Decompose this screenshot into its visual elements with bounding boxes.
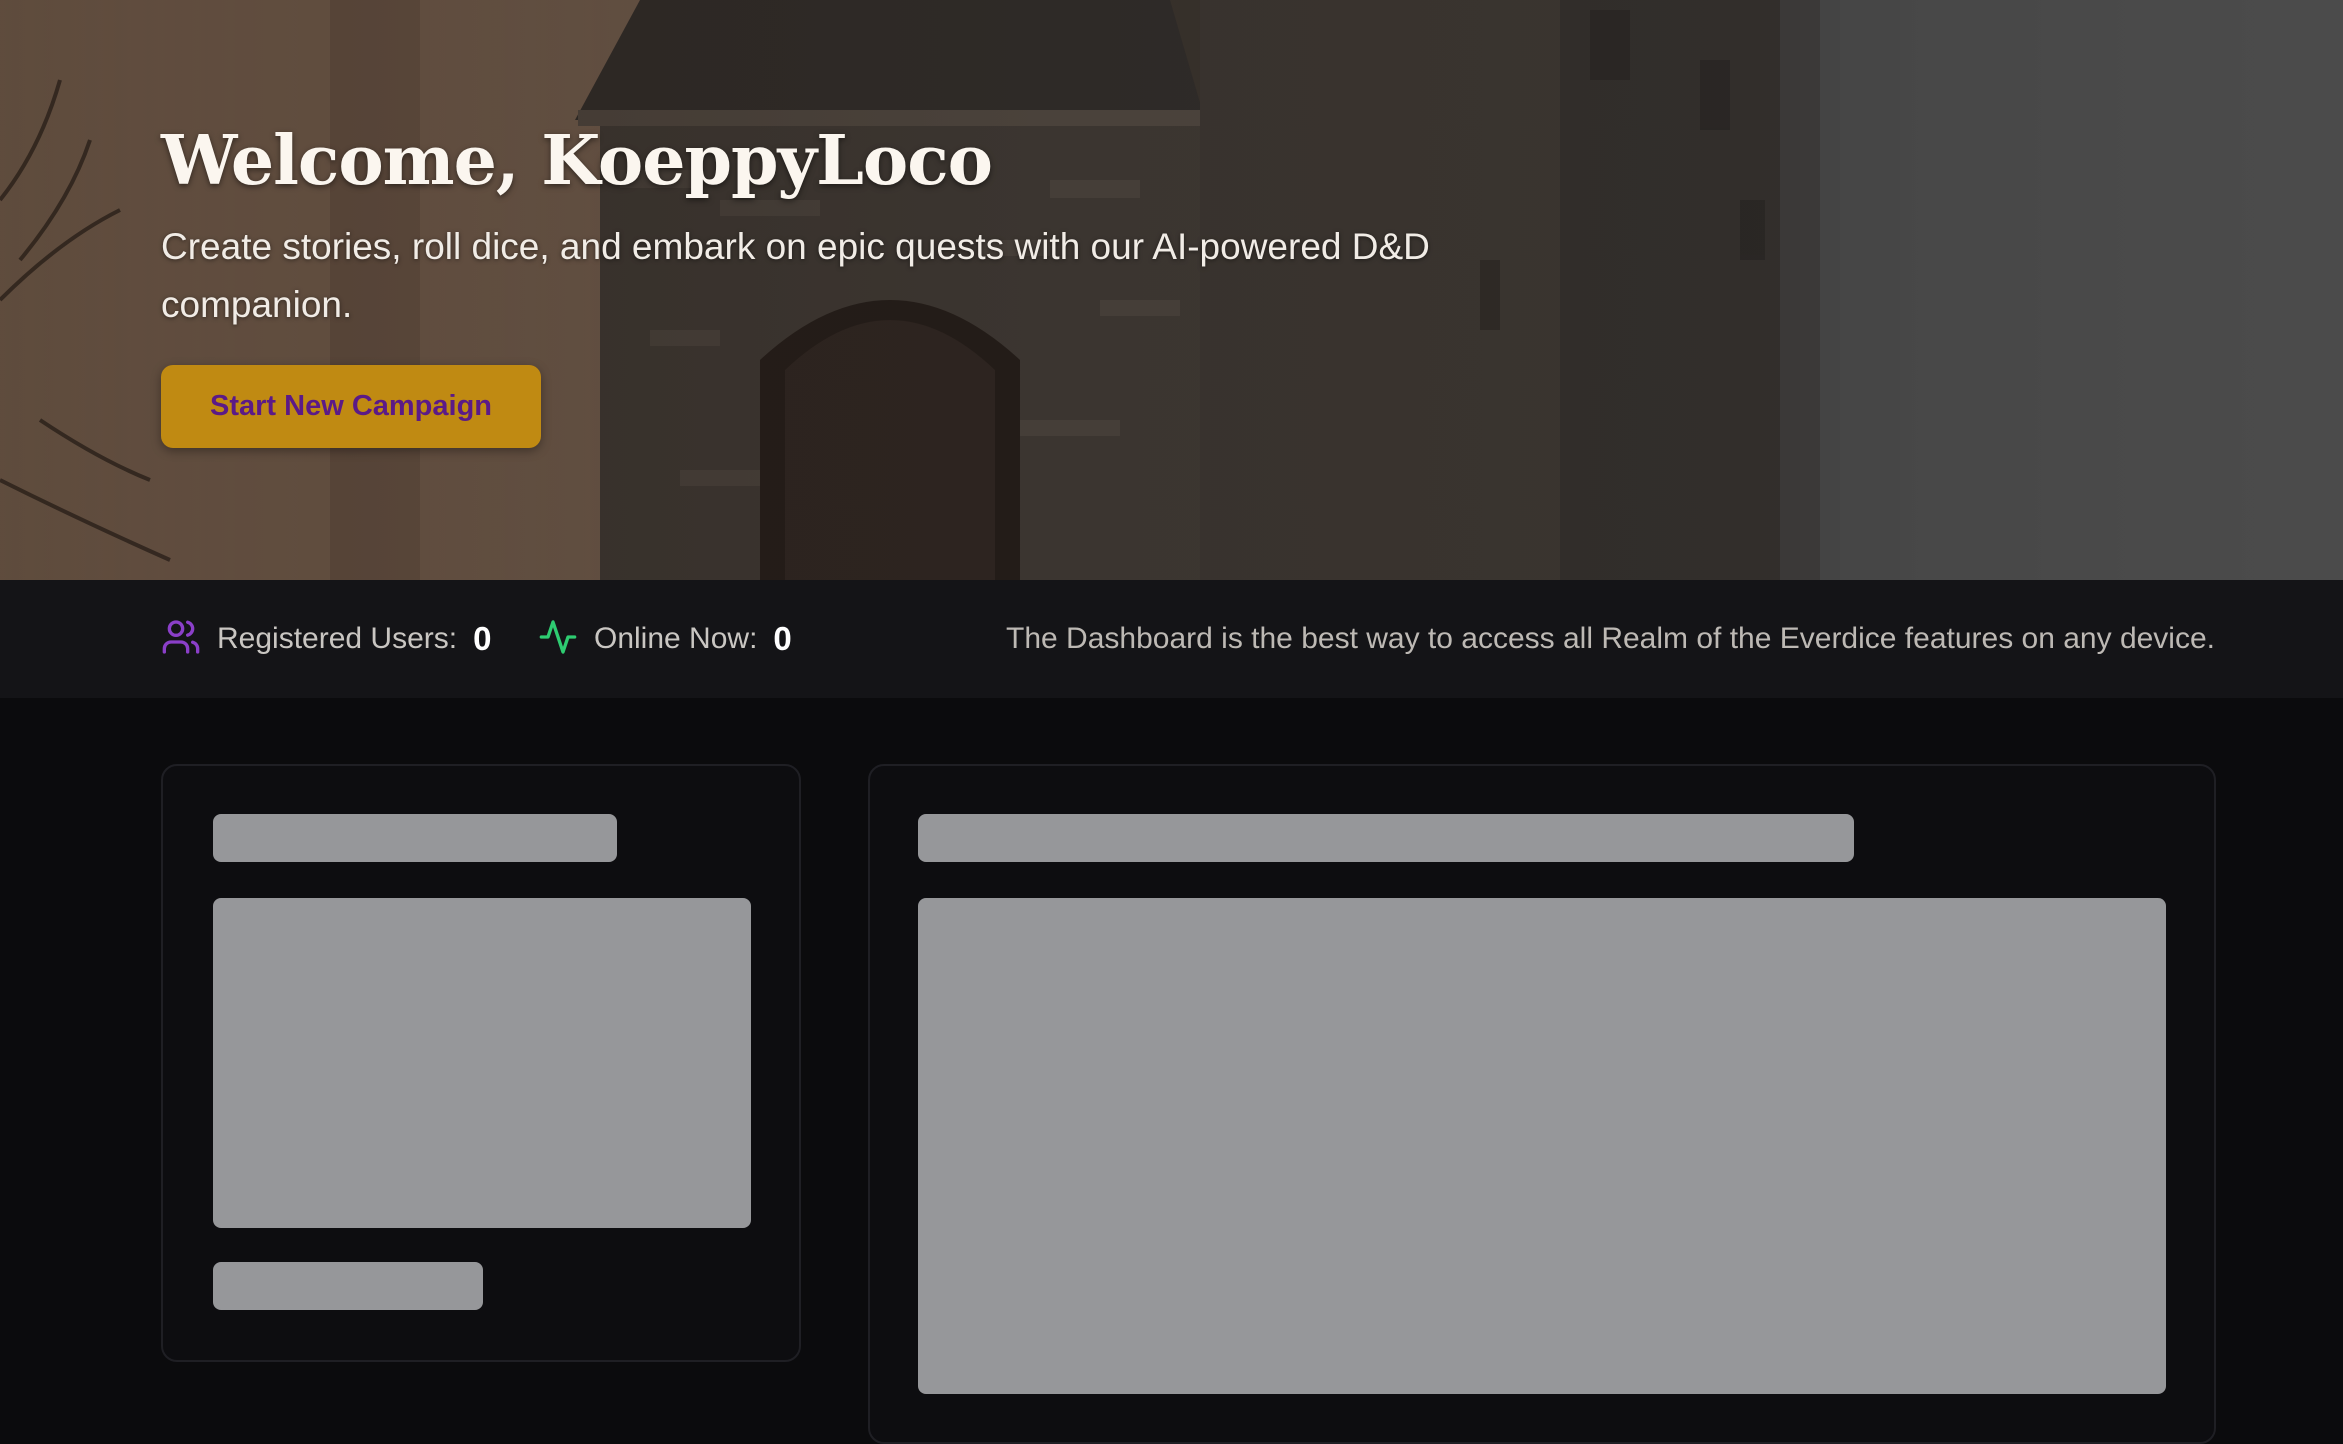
dashboard-content — [0, 698, 2343, 1444]
hero-subtitle: Create stories, roll dice, and embark on… — [161, 226, 1430, 325]
online-now-stat: Online Now: 0 — [538, 580, 792, 698]
skeleton-title — [213, 814, 617, 862]
skeleton-line — [213, 1262, 483, 1310]
hero-banner: Welcome, KoeppyLoco Create stories, roll… — [0, 0, 2343, 580]
registered-users-value: 0 — [473, 620, 492, 657]
users-icon — [161, 617, 201, 662]
online-now-label: Online Now: — [594, 622, 758, 655]
skeleton-block — [213, 898, 751, 1228]
hero-content: Welcome, KoeppyLoco Create stories, roll… — [161, 118, 1561, 334]
registered-users-label: Registered Users: — [217, 622, 458, 655]
left-card-loading — [161, 764, 801, 1362]
registered-users-stat: Registered Users: 0 — [161, 580, 491, 698]
start-new-campaign-button[interactable]: Start New Campaign — [161, 365, 541, 448]
online-now-value: 0 — [773, 620, 792, 657]
skeleton-block — [918, 898, 2166, 1394]
stats-bar: Registered Users: 0 Online Now: 0 The Da… — [0, 580, 2343, 698]
dashboard-note: The Dashboard is the best way to access … — [1006, 622, 2215, 655]
welcome-title: Welcome, KoeppyLoco — [161, 121, 993, 201]
skeleton-title — [918, 814, 1854, 862]
right-card-loading — [868, 764, 2216, 1444]
activity-icon — [538, 617, 578, 662]
